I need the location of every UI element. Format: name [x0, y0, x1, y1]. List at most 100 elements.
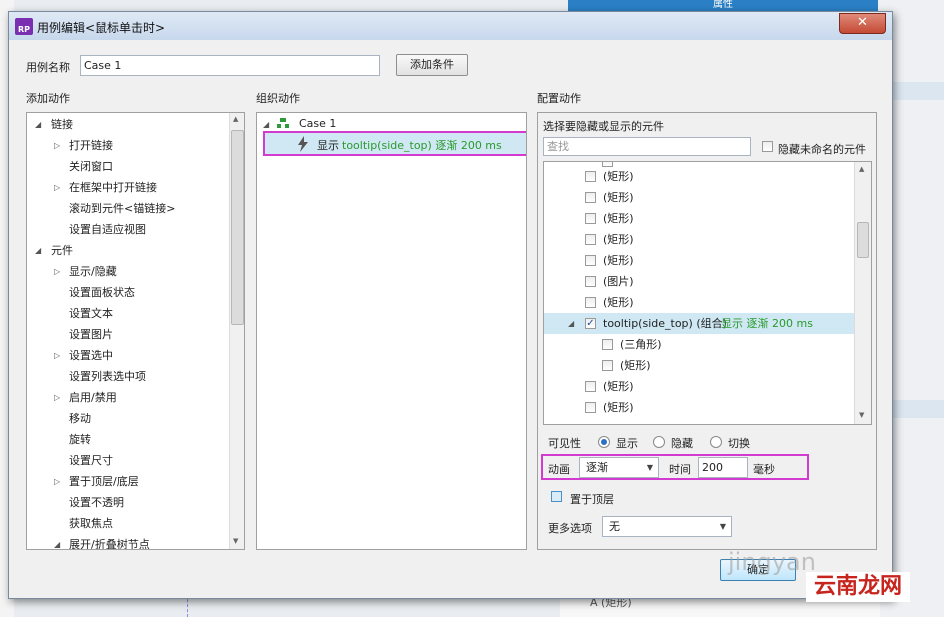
widget-list-item[interactable]: (矩形) — [544, 397, 854, 418]
widget-checkbox[interactable]: ✓ — [585, 318, 596, 329]
action-tree-item[interactable]: ▷ 置于顶层/底层 — [27, 471, 229, 492]
animation-value: 逐渐 — [586, 461, 608, 474]
case-expander-icon[interactable]: ◢ — [263, 120, 269, 129]
action-tree-item[interactable]: 设置不透明 — [27, 492, 229, 513]
hide-unnamed-checkbox[interactable] — [762, 141, 773, 152]
expand-closed-icon[interactable]: ▷ — [54, 387, 60, 408]
close-button[interactable]: ✕ — [839, 13, 886, 34]
scrollbar-thumb[interactable] — [231, 130, 244, 325]
expand-open-icon[interactable]: ◢ — [54, 534, 60, 549]
configure-actions-header: 配置动作 — [537, 92, 581, 105]
scroll-up-icon[interactable]: ▲ — [233, 115, 238, 123]
time-unit-label: 毫秒 — [753, 463, 775, 476]
scroll-down-icon[interactable]: ▼ — [859, 411, 864, 419]
widget-checkbox[interactable] — [585, 276, 596, 287]
action-tree-item[interactable]: ▷ 启用/禁用 — [27, 387, 229, 408]
widget-label: (矩形) — [603, 170, 634, 183]
widget-checkbox[interactable] — [585, 213, 596, 224]
widget-checkbox[interactable] — [585, 381, 596, 392]
action-tree-item[interactable]: 设置尺寸 — [27, 450, 229, 471]
action-tree-item[interactable]: ▷ 打开链接 — [27, 135, 229, 156]
action-tree-item[interactable]: ▷ 显示/隐藏 — [27, 261, 229, 282]
widget-list-item[interactable]: (矩形) — [544, 187, 854, 208]
widget-list-item[interactable]: (三角形) — [544, 334, 854, 355]
widget-label: (矩形) — [603, 212, 634, 225]
widget-checkbox[interactable] — [585, 234, 596, 245]
action-tree-item[interactable]: ◢ 展开/折叠树节点 — [27, 534, 229, 550]
action-tree-item[interactable]: 设置自适应视图 — [27, 219, 229, 240]
expand-closed-icon[interactable]: ▷ — [54, 471, 60, 492]
expand-open-icon[interactable]: ◢ — [35, 114, 41, 135]
widget-checkbox[interactable] — [602, 339, 613, 350]
widget-list-item[interactable]: (矩形) — [544, 208, 854, 229]
action-tree-item[interactable]: ▷ 在框架中打开链接 — [27, 177, 229, 198]
widget-action-summary: 显示 逐渐 200 ms — [721, 317, 813, 330]
case-name-input[interactable]: Case 1 — [80, 55, 380, 76]
widget-checkbox[interactable] — [602, 360, 613, 371]
action-tree-item[interactable]: 旋转 — [27, 429, 229, 450]
widget-list-item[interactable]: ◢ ✓ tooltip(side_top) (组合) 显示 逐渐 200 ms — [544, 313, 854, 334]
add-condition-button[interactable]: 添加条件 — [396, 54, 468, 76]
animation-label: 动画 — [548, 463, 570, 476]
dropdown-arrow-icon: ▼ — [646, 463, 653, 472]
widget-list-item[interactable]: (矩形) — [544, 292, 854, 313]
scrollbar-thumb[interactable] — [857, 222, 869, 258]
visibility-toggle-radio[interactable] — [710, 436, 722, 448]
action-tree-item[interactable]: 设置文本 — [27, 303, 229, 324]
widget-checkbox[interactable] — [585, 402, 596, 413]
dialog-titlebar[interactable]: RP 用例编辑<鼠标单击时> ✕ — [9, 12, 892, 40]
expand-open-icon[interactable]: ◢ — [568, 313, 574, 334]
scroll-down-icon[interactable]: ▼ — [233, 537, 238, 545]
action-tree-item[interactable]: 移动 — [27, 408, 229, 429]
widget-label: (矩形) — [603, 233, 634, 246]
action-tree-item[interactable]: 设置列表选中项 — [27, 366, 229, 387]
visibility-hide-radio[interactable] — [653, 436, 665, 448]
case-label[interactable]: Case 1 — [299, 117, 336, 130]
organize-actions-header: 组织动作 — [256, 92, 300, 105]
expand-closed-icon[interactable]: ▷ — [54, 177, 60, 198]
widget-label: (矩形) — [603, 296, 634, 309]
action-tree-item[interactable]: ◢ 链接 — [27, 114, 229, 135]
scroll-up-icon[interactable]: ▲ — [859, 165, 864, 173]
expand-closed-icon[interactable]: ▷ — [54, 261, 60, 282]
visibility-show-radio[interactable] — [598, 436, 610, 448]
action-tree-item-label: 关闭窗口 — [69, 160, 113, 173]
widget-list-item[interactable]: (图片) — [544, 271, 854, 292]
action-tree-item-label: 展开/折叠树节点 — [69, 538, 150, 550]
action-tree-item[interactable]: 设置图片 — [27, 324, 229, 345]
action-tree-item-label: 设置选中 — [69, 349, 113, 362]
widget-label: (矩形) — [620, 359, 651, 372]
organize-actions-panel: ◢ Case 1 显示 tooltip(side_top) 逐渐 200 ms — [256, 112, 527, 550]
widget-list-item[interactable]: (矩形) — [544, 250, 854, 271]
widget-search-input[interactable]: 查找 — [543, 137, 751, 156]
action-tree-item-label: 滚动到元件<锚链接> — [69, 202, 176, 215]
widget-checkbox[interactable] — [585, 192, 596, 203]
action-item-show[interactable]: 显示 tooltip(side_top) 逐渐 200 ms — [263, 131, 526, 156]
action-verb: 显示 — [317, 139, 339, 152]
widget-list-item[interactable]: (矩形) — [544, 376, 854, 397]
widget-list-item[interactable]: (矩形) — [544, 229, 854, 250]
action-tree-item[interactable]: 关闭窗口 — [27, 156, 229, 177]
widget-checkbox[interactable] — [585, 255, 596, 266]
lightning-icon — [298, 136, 308, 152]
action-tree-item[interactable]: ◢ 元件 — [27, 240, 229, 261]
action-tree-item[interactable]: 滚动到元件<锚链接> — [27, 198, 229, 219]
expand-closed-icon[interactable]: ▷ — [54, 345, 60, 366]
widget-checkbox[interactable] — [585, 297, 596, 308]
widget-list-scrollbar[interactable]: ▲ ▼ — [854, 162, 871, 424]
more-options-select[interactable]: 无 ▼ — [602, 516, 732, 537]
widget-checkbox[interactable] — [585, 171, 596, 182]
animation-select[interactable]: 逐渐 ▼ — [579, 457, 659, 478]
expand-open-icon[interactable]: ◢ — [35, 240, 41, 261]
action-tree-item[interactable]: 设置面板状态 — [27, 282, 229, 303]
action-tree-item[interactable]: ▷ 设置选中 — [27, 345, 229, 366]
add-actions-scrollbar[interactable]: ▲ ▼ — [229, 113, 244, 549]
widget-list-item[interactable]: (矩形) — [544, 166, 854, 187]
time-input[interactable]: 200 — [698, 457, 748, 478]
widget-list-item[interactable]: (矩形) — [544, 355, 854, 376]
bring-to-front-checkbox[interactable] — [551, 491, 562, 502]
more-options-value: 无 — [609, 520, 620, 533]
action-tree-item[interactable]: 获取焦点 — [27, 513, 229, 534]
more-options-label: 更多选项 — [548, 522, 592, 535]
expand-closed-icon[interactable]: ▷ — [54, 135, 60, 156]
